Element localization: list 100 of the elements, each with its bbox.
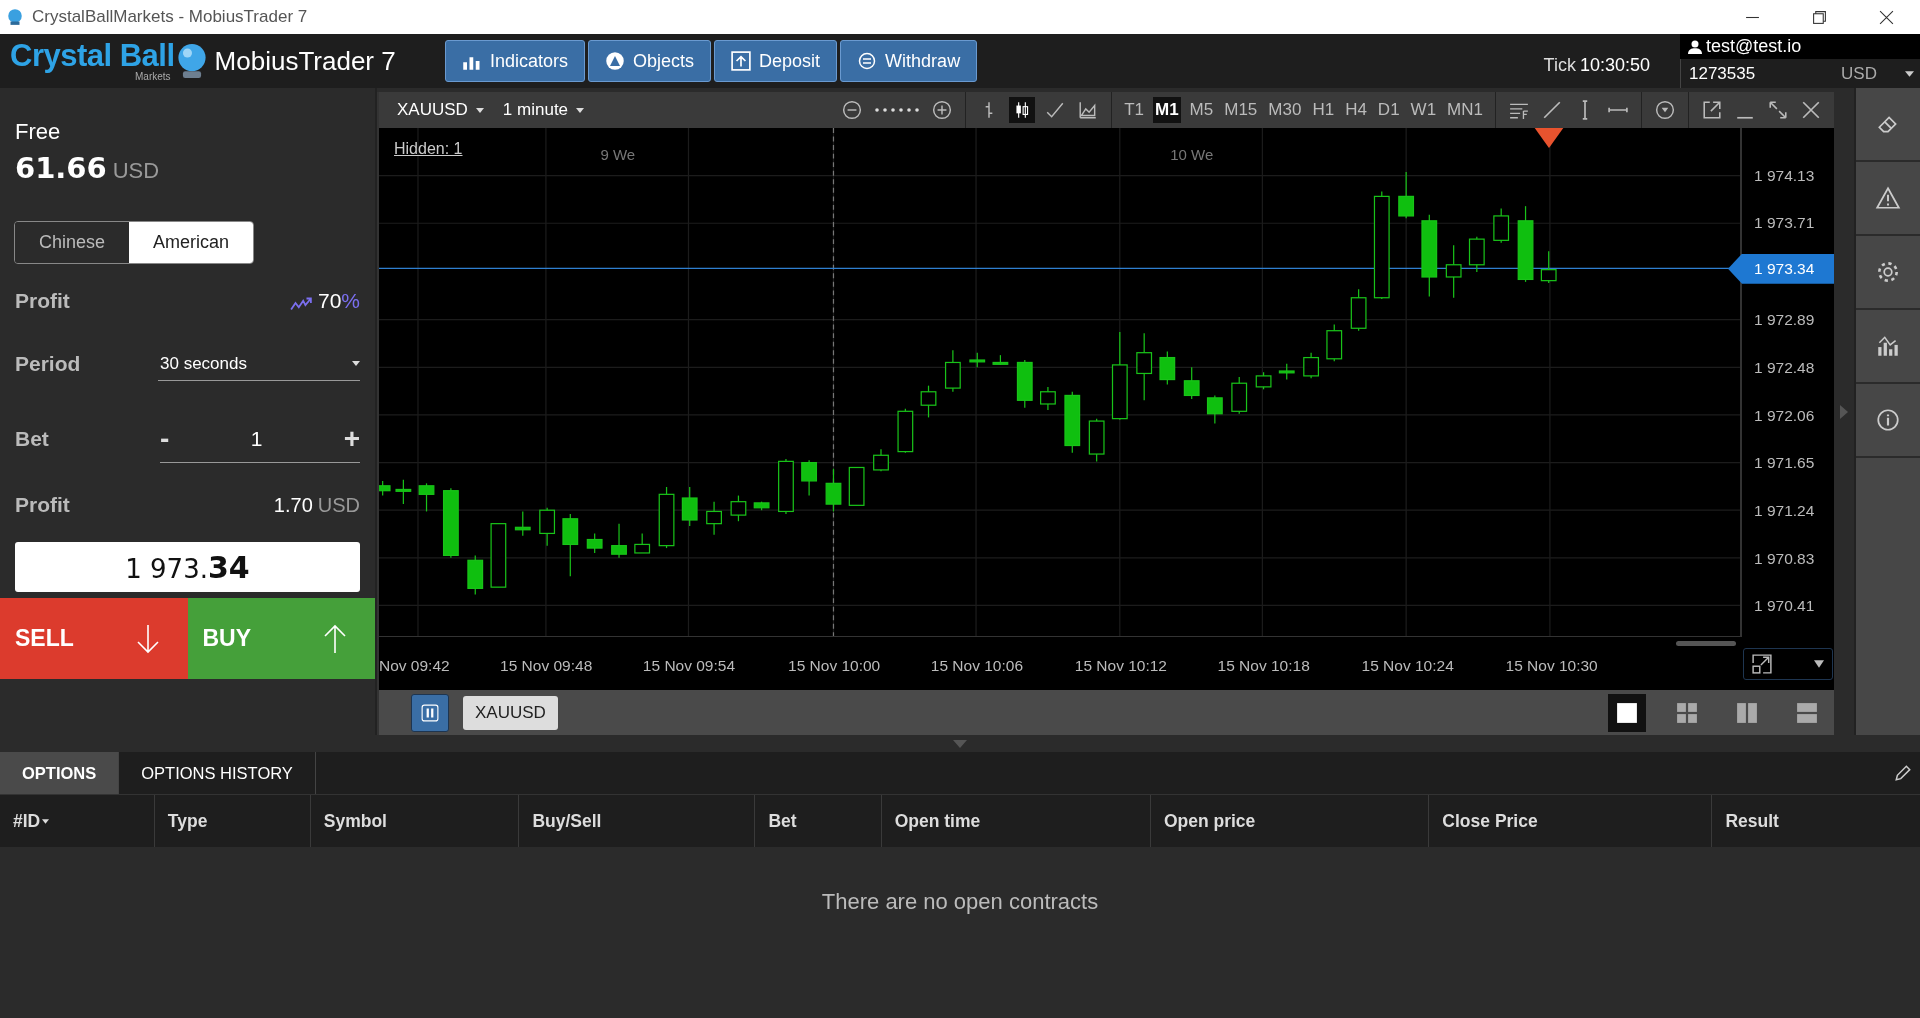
- account-currency: USD: [1841, 63, 1877, 84]
- period-tab[interactable]: M5: [1187, 97, 1216, 123]
- candle: [969, 352, 986, 368]
- column-header[interactable]: Type: [167, 810, 208, 832]
- price-tick: 1 972.06: [1754, 406, 1815, 425]
- price-tick: 1 970.41: [1754, 597, 1815, 616]
- price-tick: 1 973.71: [1754, 214, 1815, 233]
- hidden-objects-link[interactable]: Hidden: 1: [394, 140, 463, 158]
- period-tab[interactable]: D1: [1375, 97, 1402, 123]
- toolbar-button[interactable]: Withdraw: [840, 40, 978, 82]
- orders-tab[interactable]: OPTIONS: [0, 752, 120, 794]
- candle: [658, 486, 675, 549]
- candle: [467, 554, 484, 596]
- candle: [681, 486, 698, 527]
- restore-icon[interactable]: [1812, 9, 1827, 25]
- symbol-tab[interactable]: XAUUSD: [463, 695, 558, 730]
- time-tick: Nov 09:42: [379, 657, 450, 675]
- period-dropdown[interactable]: 30 seconds: [158, 347, 360, 381]
- close-icon[interactable]: [1879, 9, 1894, 25]
- time-tick: 15 Nov 10:00: [788, 657, 881, 675]
- period-tab[interactable]: M30: [1266, 97, 1304, 123]
- time-tick: 15 Nov 09:54: [642, 657, 736, 675]
- empty-message: There are no open contracts: [821, 889, 1099, 915]
- column-header[interactable]: Buy/Sell: [532, 810, 602, 832]
- candle: [992, 354, 1009, 366]
- info-icon: [1875, 407, 1901, 433]
- app-name: MobiusTrader 7: [214, 45, 396, 77]
- edit-icon[interactable]: [1894, 764, 1912, 782]
- chart-list-button[interactable]: [411, 693, 449, 732]
- payout-label: Profit: [15, 493, 70, 517]
- candle: [1445, 244, 1462, 299]
- price-tick: 1 972.89: [1754, 311, 1815, 330]
- candle: [514, 510, 531, 537]
- tick-label: Tick: [1543, 54, 1576, 76]
- candle: [1278, 363, 1295, 381]
- period-tab[interactable]: T1: [1122, 97, 1146, 123]
- logo-subtitle: Markets: [135, 72, 171, 82]
- candle: [778, 458, 794, 515]
- bet-field[interactable]: 1: [250, 426, 263, 451]
- toolbar-button[interactable]: Indicators: [445, 40, 586, 82]
- candle: [706, 501, 722, 536]
- warning-icon: [1875, 185, 1901, 211]
- candle: [801, 459, 818, 497]
- columns-layout-icon: [1736, 701, 1758, 724]
- layout-button[interactable]: [1608, 693, 1646, 732]
- candle: [825, 468, 842, 513]
- candle: [1064, 391, 1081, 454]
- toolbar-button[interactable]: Objects: [588, 40, 712, 82]
- timeframe-dropdown[interactable]: 1 minute: [502, 100, 585, 120]
- candle: [539, 507, 556, 547]
- candle: [848, 466, 865, 506]
- candle: [395, 479, 412, 505]
- candle: [1206, 394, 1223, 425]
- candle: [490, 523, 507, 588]
- day-label: 9 We: [600, 146, 636, 163]
- period-tab[interactable]: H1: [1310, 97, 1337, 123]
- price-tick: 1 974.13: [1754, 166, 1815, 185]
- symbol-dropdown[interactable]: XAUUSD: [397, 100, 484, 120]
- shapes-icon: [605, 51, 626, 71]
- period-tab[interactable]: M15: [1222, 97, 1260, 123]
- column-header[interactable]: Bet: [768, 810, 797, 832]
- period-tab[interactable]: H4: [1343, 97, 1369, 123]
- column-header[interactable]: Open price: [1163, 810, 1256, 832]
- auto-scale-dropdown[interactable]: [1743, 647, 1833, 680]
- column-header[interactable]: Symbol: [323, 810, 387, 832]
- column-header[interactable]: Close Price: [1442, 810, 1538, 832]
- period-tab[interactable]: MN1: [1445, 97, 1485, 123]
- increase-button[interactable]: +: [343, 422, 360, 455]
- free-amount: 61.66: [15, 151, 107, 185]
- period-tab[interactable]: W1: [1408, 97, 1439, 123]
- toolbar-button[interactable]: Deposit: [714, 40, 838, 82]
- price-tick: 1 970.83: [1754, 549, 1815, 568]
- column-header[interactable]: Open time: [894, 810, 981, 832]
- period-label: Period: [15, 352, 81, 376]
- payout-amount: 1.70: [273, 493, 313, 516]
- resize-icon: [1752, 653, 1772, 674]
- candle: [1493, 208, 1510, 244]
- candle: [611, 523, 627, 559]
- time-tick: 15 Nov 10:12: [1074, 657, 1167, 675]
- option-type-tab[interactable]: American: [128, 222, 253, 263]
- candle: [920, 385, 937, 419]
- time-tick: 15 Nov 09:48: [500, 657, 593, 675]
- scrollbar[interactable]: [1676, 641, 1736, 646]
- decrease-button[interactable]: -: [160, 422, 170, 455]
- candle: [1468, 236, 1485, 273]
- candle: [1088, 418, 1105, 462]
- price-tick: 1 971.65: [1754, 454, 1815, 473]
- orders-tab[interactable]: OPTIONS HISTORY: [119, 752, 316, 794]
- column-header[interactable]: #ID: [13, 810, 41, 832]
- candle: [1231, 376, 1248, 415]
- caret-icon: [475, 107, 484, 113]
- sell-button[interactable]: SELL: [0, 598, 188, 679]
- candle: [442, 487, 459, 559]
- tick-time: 10:30:50: [1579, 54, 1650, 76]
- period-tab[interactable]: M1: [1153, 97, 1181, 123]
- current-price-label: 1 973.34: [1728, 253, 1834, 284]
- profit-label: Profit: [15, 289, 70, 313]
- column-header[interactable]: Result: [1725, 810, 1779, 832]
- trend-icon: [289, 297, 312, 311]
- candle: [1040, 386, 1056, 411]
